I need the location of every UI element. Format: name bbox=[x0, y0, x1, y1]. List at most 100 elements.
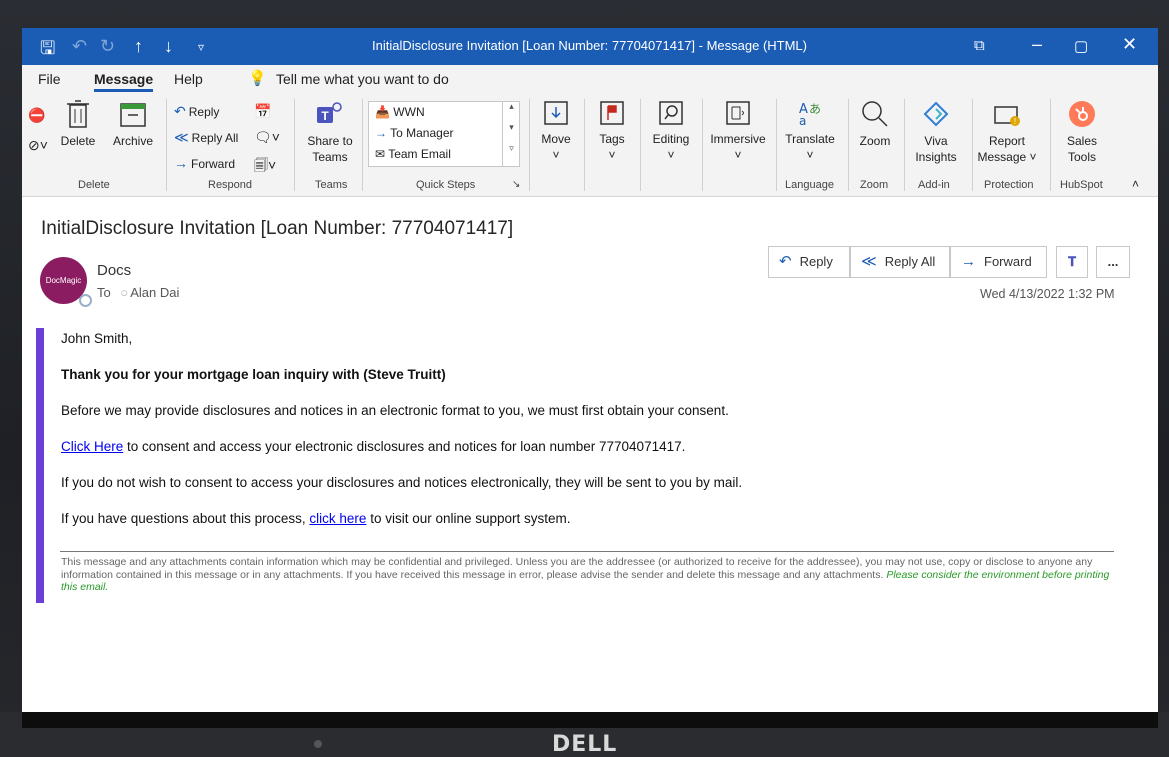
reply-action-button[interactable]: ↶ Reply bbox=[768, 246, 850, 278]
viva-insights-button[interactable]: Viva Insights bbox=[908, 99, 964, 165]
chevron-down-icon: ˅ bbox=[1029, 150, 1037, 164]
consent-link-text: to consent and access your electronic di… bbox=[123, 439, 686, 454]
delete-button[interactable]: Delete bbox=[56, 99, 100, 149]
teams-action-button[interactable]: 𝐓 bbox=[1056, 246, 1088, 278]
more-actions-button[interactable]: ... bbox=[1096, 246, 1130, 278]
group-label-zoom: Zoom bbox=[860, 179, 889, 191]
window-title: InitialDisclosure Invitation [Loan Numbe… bbox=[372, 38, 807, 53]
report-icon: ! bbox=[994, 106, 1020, 126]
reply-label: Reply bbox=[188, 105, 220, 119]
archive-label: Archive bbox=[112, 134, 153, 148]
report-label-2: Message bbox=[977, 150, 1027, 164]
message-subject: InitialDisclosure Invitation [Loan Numbe… bbox=[41, 218, 514, 239]
im-reply-icon[interactable]: 🗨˅ bbox=[254, 129, 280, 146]
menu-help[interactable]: Help bbox=[174, 71, 203, 87]
group-label-delete: Delete bbox=[78, 179, 110, 191]
quick-step-label: Team Email bbox=[388, 147, 451, 161]
immersive-label: Immersive bbox=[710, 132, 766, 146]
move-button[interactable]: Move ˅ bbox=[534, 99, 578, 163]
forward-action-button[interactable]: → Forward bbox=[950, 246, 1047, 278]
next-item-icon[interactable]: ↓ bbox=[164, 36, 173, 57]
viva-label-2: Insights bbox=[915, 150, 957, 164]
collapse-ribbon-icon[interactable]: ˄ bbox=[1132, 177, 1139, 191]
meeting-reply-icon[interactable]: 📅 bbox=[254, 103, 271, 120]
delete-label: Delete bbox=[60, 134, 96, 148]
menu-bar: File Message Help 💡 Tell me what you wan… bbox=[22, 65, 1158, 93]
magnifier-icon bbox=[862, 101, 888, 127]
message-date: Wed 4/13/2022 1:32 PM bbox=[980, 287, 1115, 301]
svg-text:あ: あ bbox=[809, 102, 821, 116]
dell-logo: DELL bbox=[552, 732, 618, 757]
mail-paragraph: If you do not wish to consent to access … bbox=[61, 475, 743, 490]
recipient-name[interactable]: Alan Dai bbox=[130, 285, 179, 300]
zoom-button[interactable]: Zoom bbox=[852, 99, 898, 149]
share-to-teams-button[interactable]: T Share to Teams bbox=[302, 99, 358, 165]
trash-icon bbox=[67, 100, 89, 128]
quick-step-wwn[interactable]: 📥 WWN bbox=[375, 105, 425, 119]
save-icon[interactable]: 🖫 bbox=[40, 36, 55, 66]
ignore-icon[interactable]: ⛔ bbox=[28, 107, 45, 124]
svg-text:a: a bbox=[799, 114, 806, 127]
report-message-button[interactable]: ! Report Message ˅ bbox=[976, 99, 1038, 165]
quick-step-team-email[interactable]: ✉ Team Email bbox=[375, 147, 451, 161]
minimize-button[interactable]: – bbox=[1032, 34, 1042, 55]
editing-button[interactable]: Editing ˅ bbox=[646, 99, 696, 163]
junk-icon[interactable]: ⊘˅ bbox=[28, 137, 48, 154]
consent-link[interactable]: Click Here bbox=[61, 439, 123, 454]
divider bbox=[60, 551, 1114, 552]
quick-step-label: To Manager bbox=[390, 126, 454, 140]
translate-label: Translate bbox=[785, 132, 835, 146]
search-icon bbox=[659, 101, 683, 125]
previous-item-icon[interactable]: ↑ bbox=[134, 36, 143, 57]
separator bbox=[972, 99, 973, 191]
separator bbox=[640, 99, 641, 191]
separator bbox=[294, 99, 295, 191]
archive-button[interactable]: Archive bbox=[108, 99, 158, 149]
viva-label-1: Viva bbox=[924, 134, 948, 148]
separator bbox=[362, 99, 363, 191]
separator bbox=[702, 99, 703, 191]
quick-step-to-manager[interactable]: → To Manager bbox=[375, 126, 454, 140]
redo-icon[interactable]: ↻ bbox=[100, 36, 115, 57]
more-respond-icon[interactable]: 🗐˅ bbox=[254, 155, 276, 179]
group-label-hubspot: HubSpot bbox=[1060, 179, 1103, 191]
menu-file[interactable]: File bbox=[38, 71, 61, 87]
chevron-down-icon: ˅ bbox=[608, 148, 616, 162]
immersive-button[interactable]: Immersive ˅ bbox=[706, 99, 770, 163]
reply-all-action-button[interactable]: ≪ Reply All bbox=[850, 246, 950, 278]
quick-steps-gallery: 📥 WWN → To Manager ✉ Team Email bbox=[368, 101, 520, 167]
reply-all-button[interactable]: ≪ Reply All bbox=[174, 129, 238, 146]
chevron-down-icon: ˅ bbox=[806, 148, 814, 162]
translate-button[interactable]: Aあa Translate ˅ bbox=[780, 99, 840, 163]
reply-icon: ↶ bbox=[779, 253, 792, 270]
hubspot-icon bbox=[1069, 101, 1095, 127]
svg-text:T: T bbox=[321, 109, 329, 123]
laptop-chin: DELL bbox=[0, 712, 1169, 757]
quick-steps-scroll[interactable]: ▴ ▾ ▿ bbox=[502, 101, 520, 167]
sales-tools-button[interactable]: Sales Tools bbox=[1056, 99, 1108, 165]
editing-label: Editing bbox=[652, 132, 690, 146]
tags-button[interactable]: Tags ˅ bbox=[590, 99, 634, 163]
forward-button[interactable]: → Forward bbox=[174, 155, 235, 171]
support-paragraph: If you have questions about this process… bbox=[61, 511, 571, 526]
support-link[interactable]: click here bbox=[309, 511, 366, 526]
quick-step-label: WWN bbox=[393, 105, 425, 119]
reply-action-label: Reply bbox=[799, 254, 833, 269]
customize-toolbar-icon[interactable]: ▿ bbox=[198, 40, 204, 54]
greeting: John Smith, bbox=[61, 331, 133, 346]
tell-me-search[interactable]: Tell me what you want to do bbox=[276, 71, 449, 87]
maximize-button[interactable]: ▢ bbox=[1074, 37, 1088, 55]
reply-button[interactable]: ↶ Reply bbox=[174, 103, 219, 120]
sender-name[interactable]: Docs bbox=[97, 262, 131, 279]
consent-paragraph: Before we may provide disclosures and no… bbox=[61, 403, 729, 418]
ribbon-display-icon[interactable]: ⧉ bbox=[974, 37, 985, 54]
undo-icon[interactable]: ↶ bbox=[72, 36, 87, 57]
menu-message[interactable]: Message bbox=[94, 71, 154, 92]
close-button[interactable]: ✕ bbox=[1122, 34, 1137, 55]
archive-icon bbox=[120, 103, 146, 127]
svg-text:!: ! bbox=[1014, 117, 1016, 126]
group-label-protection: Protection bbox=[984, 179, 1034, 191]
forward-action-label: Forward bbox=[984, 254, 1032, 269]
dialog-launcher-icon[interactable]: ↘ bbox=[512, 179, 520, 190]
teams-icon: 𝐓 bbox=[1067, 254, 1077, 269]
